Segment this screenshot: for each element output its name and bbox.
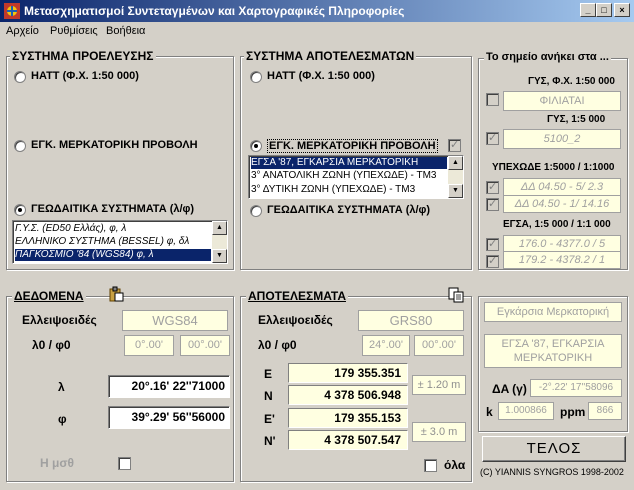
source-system-title: ΣΥΣΤΗΜΑ ΠΡΟΕΛΕΥΣΗΣ xyxy=(10,49,156,63)
yp-checkbox-1[interactable] xyxy=(486,180,499,194)
input-ellipsoid-field: WGS84 xyxy=(122,310,228,331)
scroll-down-icon[interactable]: ▼ xyxy=(448,184,463,198)
source-radio-geodetic[interactable] xyxy=(14,204,26,216)
target-list-item-selected[interactable]: ΕΓΣΑ '87, ΕΓΚΑΡΣΙΑ ΜΕΡΚΑΤΟΡΙΚΗ xyxy=(251,157,447,169)
N2-label: N' xyxy=(264,434,276,448)
target-projection-list[interactable]: ΕΓΣΑ '87, ΕΓΚΑΡΣΙΑ ΜΕΡΚΑΤΟΡΙΚΗ 3° ΑΝΑΤΟΛ… xyxy=(248,155,464,199)
E-result: 179 355.351 xyxy=(288,363,408,383)
gys50-checkbox[interactable] xyxy=(486,93,499,106)
source-datum-list[interactable]: Γ.Υ.Σ. (ED50 Ελλάς), φ, λ ΕΛΛΗΝΙΚΟ ΣΥΣΤΗ… xyxy=(12,220,228,264)
egsa-checkbox-1[interactable] xyxy=(486,237,499,251)
lambda-label: λ xyxy=(58,380,65,394)
gys5-field: 5100_2 xyxy=(503,129,621,149)
source-list-item[interactable]: ΕΛΛΗΝΙΚΟ ΣΥΣΤΗΜΑ (BESSEL) φ, δλ xyxy=(15,236,211,248)
copyright-text: (C) YIANNIS SYNGROS 1998-2002 xyxy=(480,467,624,477)
source-label-tm: ΕΓΚ. ΜΕΡΚΑΤΟΡΙΚΗ ΠΡΟΒΟΛΗ xyxy=(31,139,198,151)
ppm-label: ppm xyxy=(560,405,586,419)
copy-icon[interactable] xyxy=(448,287,464,303)
title-bar: Μετασχηματισμοί Συντεταγμένων και Χαρτογ… xyxy=(0,0,634,22)
target-system-title: ΣΥΣΤΗΜΑ ΑΠΟΤΕΛΕΣΜΑΤΩΝ xyxy=(244,49,417,63)
target-list-item[interactable]: 3° ΔΥΤΙΚΗ ΖΩΝΗ (ΥΠΕΧΩΔΕ) - ΤΜ3 xyxy=(251,184,447,196)
target-radio-tm[interactable] xyxy=(250,140,262,152)
scroll-down-icon[interactable]: ▼ xyxy=(212,249,227,263)
dA-label: ΔA (γ) xyxy=(492,382,527,396)
close-button[interactable]: × xyxy=(614,3,630,17)
k-field: 1.000866 xyxy=(498,402,554,420)
input-origin-label: λ0 / φ0 xyxy=(32,338,71,352)
E2-label: E' xyxy=(264,412,275,426)
menu-bar: Αρχείο Ρυθμίσεις Βοήθεια xyxy=(0,22,634,40)
source-label-geodetic: ΓΕΩΔΑΙΤΙΚΑ ΣΥΣΤΗΜΑΤΑ (λ/φ) xyxy=(31,203,195,215)
source-label-hatt: HATT (Φ.Χ. 1:50 000) xyxy=(31,70,139,82)
target-list-item[interactable]: 3° ΑΝΑΤΟΛΙΚΗ ΖΩΝΗ (ΥΠΕΧΩΔΕ) - ΤΜ3 xyxy=(251,170,447,182)
input-ellipsoid-label: Ελλειψοειδές xyxy=(22,313,97,327)
gys5-label: ΓΥΣ, 1:5 000 xyxy=(547,114,606,125)
target-radio-geodetic[interactable] xyxy=(250,205,262,217)
menu-settings[interactable]: Ρυθμίσεις xyxy=(50,25,98,37)
scroll-up-icon[interactable]: ▲ xyxy=(212,221,227,235)
input-phi0-field: 00°.00' xyxy=(180,335,230,356)
k-label: k xyxy=(486,405,493,419)
yp-field-2: ΔΔ 04.50 - 1/ 14.16 xyxy=(503,195,621,213)
N-result: 4 378 506.948 xyxy=(288,385,408,405)
source-list-scrollbar[interactable]: ▲ ▼ xyxy=(212,221,227,263)
input-data-title: ΔΕΔΟΜΕΝΑ xyxy=(12,289,86,303)
phi-label: φ xyxy=(58,412,67,426)
all-label: όλα xyxy=(444,458,466,472)
target-label-hatt: HATT (Φ.Χ. 1:50 000) xyxy=(267,70,375,82)
projection-system-field: ΕΓΣΑ '87, ΕΓΚΑΡΣΙΑ ΜΕΡΚΑΤΟΡΙΚΗ xyxy=(484,334,622,368)
accuracy-2: ± 3.0 m xyxy=(412,422,466,442)
result-ellipsoid-label: Ελλειψοειδές xyxy=(258,313,333,327)
maximize-button[interactable]: □ xyxy=(596,3,612,17)
all-checkbox[interactable] xyxy=(424,459,437,472)
result-ellipsoid-field: GRS80 xyxy=(358,310,464,331)
input-lambda0-field: 0°.00' xyxy=(124,335,174,356)
source-radio-hatt[interactable] xyxy=(14,71,26,83)
minimize-button[interactable]: _ xyxy=(580,3,596,17)
height-checkbox[interactable] xyxy=(118,457,131,470)
egsa-field-2: 179.2 - 4378.2 / 1 xyxy=(503,251,621,269)
scroll-up-icon[interactable]: ▲ xyxy=(448,156,463,170)
egsa-checkbox-2[interactable] xyxy=(486,254,499,268)
sheets-title: Το σημείο ανήκει στα ... xyxy=(484,51,611,63)
result-lambda0-field: 24°.00' xyxy=(362,335,410,356)
gys50-label: ΓΥΣ, Φ.Χ. 1:50 000 xyxy=(528,76,615,87)
N-label: N xyxy=(264,389,273,403)
phi-input[interactable]: 39°.29' 56''56000 xyxy=(108,406,230,429)
target-label-tm: ΕΓΚ. ΜΕΡΚΑΤΟΡΙΚΗ ΠΡΟΒΟΛΗ xyxy=(267,139,438,153)
N2-result: 4 378 507.547 xyxy=(288,430,408,450)
target-list-scrollbar[interactable]: ▲ ▼ xyxy=(448,156,463,198)
ppm-field: 866 xyxy=(588,402,622,420)
app-icon xyxy=(4,3,20,19)
result-phi0-field: 00°.00' xyxy=(414,335,464,356)
source-list-item-selected[interactable]: ΠΑΓΚΟΣΜΙΟ '84 (WGS84) φ, λ xyxy=(15,249,211,261)
E2-result: 179 355.153 xyxy=(288,408,408,428)
projection-name-field: Εγκάρσια Μερκατορική xyxy=(484,302,622,322)
source-list-item[interactable]: Γ.Υ.Σ. (ED50 Ελλάς), φ, λ xyxy=(15,223,211,235)
yp-field-1: ΔΔ 04.50 - 5/ 2.3 xyxy=(503,178,621,196)
yp-checkbox-2[interactable] xyxy=(486,197,499,211)
results-title: ΑΠΟΤΕΛΕΣΜΑΤΑ xyxy=(246,289,348,303)
end-button[interactable]: ΤΕΛΟΣ xyxy=(482,436,626,462)
target-label-geodetic: ΓΕΩΔΑΙΤΙΚΑ ΣΥΣΤΗΜΑΤΑ (λ/φ) xyxy=(267,204,431,216)
window-title: Μετασχηματισμοί Συντεταγμένων και Χαρτογ… xyxy=(24,4,405,18)
lambda-input[interactable]: 20°.16' 22''71000 xyxy=(108,375,230,398)
gys5-checkbox[interactable] xyxy=(486,131,499,145)
menu-help[interactable]: Βοήθεια xyxy=(106,25,145,37)
egsa-label: ΕΓΣΑ, 1:5 000 / 1:1 000 xyxy=(503,219,611,230)
gys50-field: ΦΙΛΙΑΤΑΙ xyxy=(503,91,621,111)
dA-field: -2°.22' 17''58096 xyxy=(530,379,622,397)
accuracy-1: ± 1.20 m xyxy=(412,375,466,395)
result-origin-label: λ0 / φ0 xyxy=(258,338,297,352)
target-tm-checkbox[interactable] xyxy=(448,138,461,152)
E-label: E xyxy=(264,367,273,381)
paste-icon[interactable] xyxy=(108,286,124,302)
height-label: Η μσθ xyxy=(40,456,75,470)
target-radio-hatt[interactable] xyxy=(250,71,262,83)
yp-label: ΥΠΕΧΩΔΕ 1:5000 / 1:1000 xyxy=(492,162,615,173)
source-radio-tm[interactable] xyxy=(14,140,26,152)
menu-file[interactable]: Αρχείο xyxy=(6,25,39,37)
